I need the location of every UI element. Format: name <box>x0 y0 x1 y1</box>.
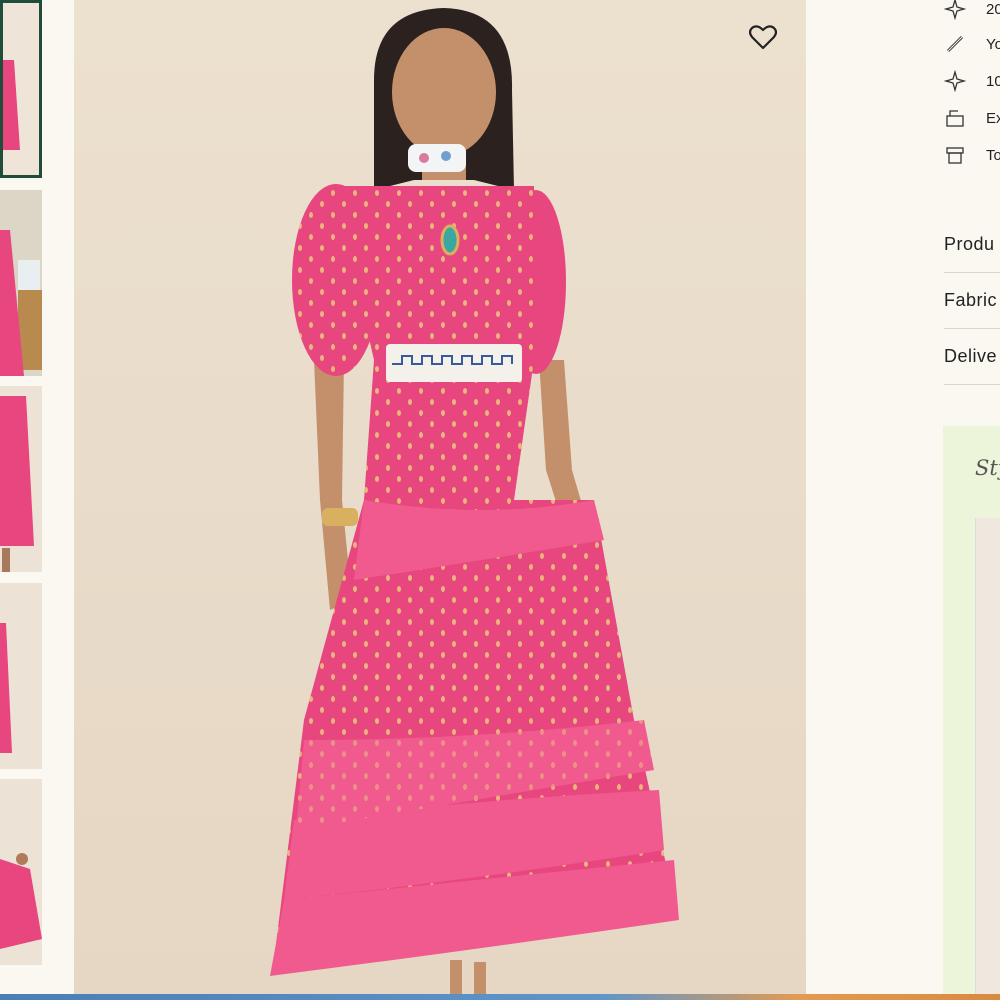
accordion-delivery[interactable]: Delive <box>944 328 1000 385</box>
product-info-column: 20 Yo 10 Ex To Produ Fabric Delive Sty <box>930 0 1000 1000</box>
thumbnail-3[interactable] <box>0 386 42 572</box>
product-photo <box>74 0 806 994</box>
accordion-fabric[interactable]: Fabric <box>944 272 1000 329</box>
taskbar-strip <box>0 994 1000 1000</box>
wishlist-button[interactable] <box>746 20 780 54</box>
style-it-section: Sty <box>943 426 1000 1000</box>
heart-outline-icon <box>749 25 777 50</box>
feature-row-4: Ex <box>944 105 1000 131</box>
style-section-title: Sty <box>975 456 1000 480</box>
thumbnail-2[interactable] <box>0 190 42 376</box>
feature-row-2: Yo <box>944 31 1000 57</box>
shop-icon <box>946 147 964 164</box>
sparkle-icon <box>944 0 966 20</box>
feature-row-5: To <box>944 142 1000 168</box>
feature-text-5: To <box>986 146 1000 164</box>
thumbnail-2-image <box>0 190 42 376</box>
accordion-product-details[interactable]: Produ <box>944 216 1000 273</box>
feature-text-2: Yo <box>986 35 1000 53</box>
feature-text-3: 10 <box>986 72 1000 90</box>
thumbnail-rail <box>0 0 42 1000</box>
thumbnail-5-image <box>0 779 42 965</box>
thumbnail-1-image <box>0 0 42 178</box>
return-box-icon <box>946 110 964 127</box>
style-product-card[interactable] <box>975 518 1000 1000</box>
feature-text-1: 20 <box>986 0 1000 18</box>
ruler-icon <box>946 35 964 53</box>
feature-row-3: 10 <box>944 68 1000 94</box>
thumbnail-5[interactable] <box>0 779 42 965</box>
main-product-image[interactable] <box>74 0 806 994</box>
feature-text-4: Ex <box>986 109 1000 127</box>
thumbnail-4[interactable] <box>0 583 42 769</box>
thumbnail-3-image <box>0 386 42 572</box>
sparkle-icon <box>944 70 966 92</box>
feature-row-1: 20 <box>944 0 1000 22</box>
thumbnail-4-image <box>0 583 42 769</box>
thumbnail-1[interactable] <box>0 0 42 178</box>
